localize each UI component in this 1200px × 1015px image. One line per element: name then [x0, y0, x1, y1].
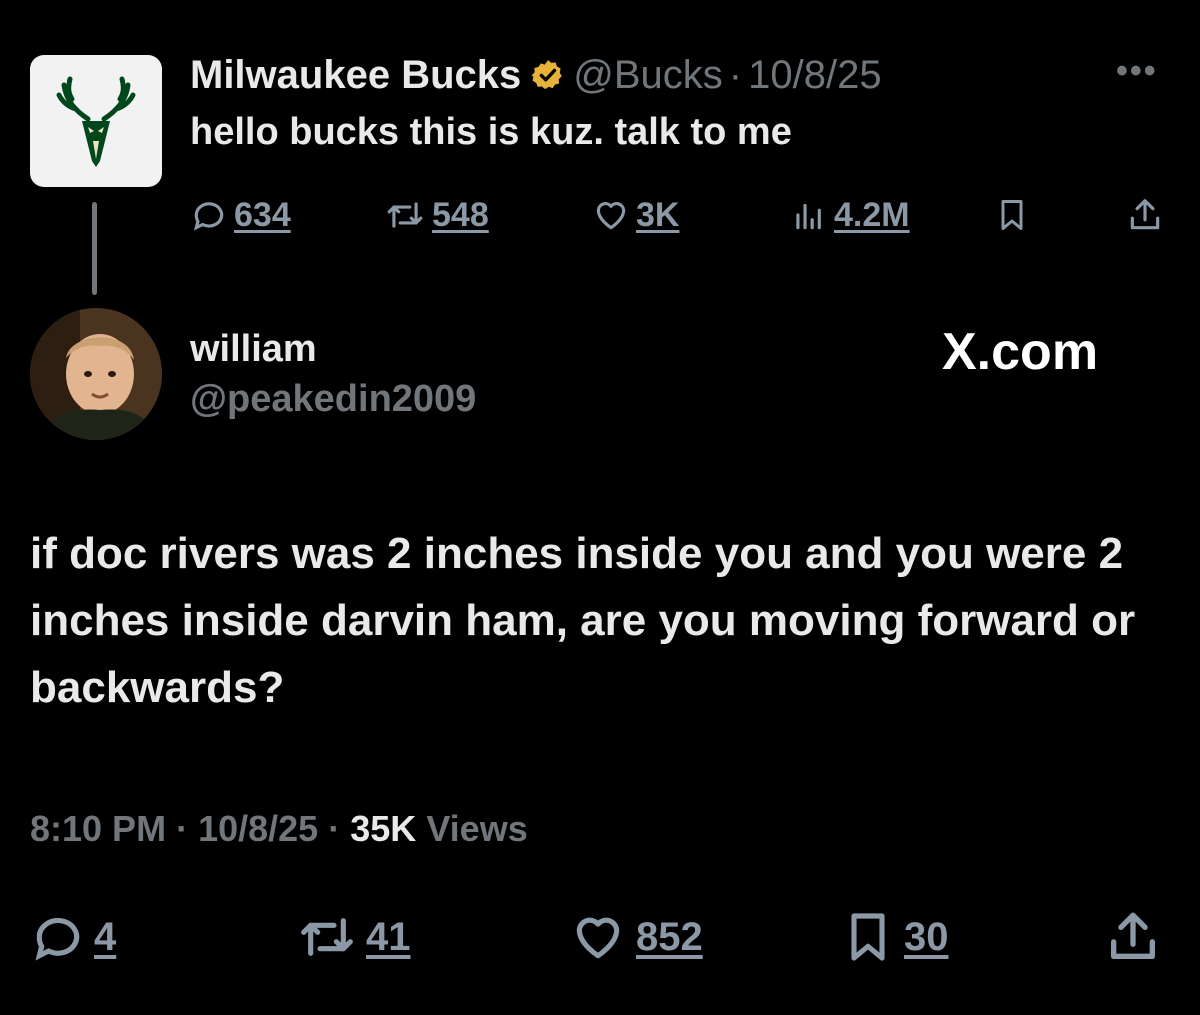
like-button[interactable]: 3K [592, 192, 679, 238]
share-icon [1104, 908, 1162, 966]
reply-icon [30, 909, 86, 965]
share-icon [1126, 196, 1164, 234]
bucks-logo [56, 76, 136, 167]
parent-tweet-text: hello bucks this is kuz. talk to me [190, 111, 792, 153]
reply-count: 634 [234, 195, 291, 234]
reply-icon [190, 196, 228, 234]
reply-like-button[interactable]: 852 [568, 905, 703, 969]
william-avatar[interactable] [30, 308, 162, 440]
views-count: 4.2M [834, 195, 910, 234]
views-button[interactable]: 4.2M [790, 192, 910, 238]
avatar-photo [30, 308, 162, 440]
parent-tweet-header: Milwaukee Bucks @Bucks · 10/8/25 [190, 52, 882, 98]
reply-author-handle[interactable]: @peakedin2009 [190, 378, 476, 421]
reply-views-count: 35K [350, 808, 417, 849]
author-name[interactable]: Milwaukee Bucks [190, 53, 521, 98]
bookmark-button[interactable] [994, 192, 1036, 238]
reply-text: if doc rivers was 2 inches inside you an… [30, 529, 1136, 712]
bookmark-icon [994, 196, 1030, 234]
verified-badge-icon [531, 58, 565, 92]
reply-repost-button[interactable]: 41 [296, 905, 411, 969]
reply-like-count: 852 [636, 914, 703, 959]
reply-author-name[interactable]: william [190, 328, 317, 371]
repost-icon [384, 196, 426, 234]
reply-date[interactable]: 10/8/25 [198, 808, 318, 849]
reply-reply-button[interactable]: 4 [30, 905, 116, 969]
reply-button[interactable]: 634 [190, 192, 291, 238]
tweet-date[interactable]: 10/8/25 [748, 53, 881, 98]
reply-metadata: 8:10 PM · 10/8/25 · 35K Views [30, 808, 528, 850]
reply-share-button[interactable] [1104, 905, 1170, 969]
repost-count: 548 [432, 195, 489, 234]
reply-views-label: Views [426, 808, 528, 849]
views-icon [790, 196, 828, 234]
repost-icon [296, 909, 358, 965]
bookmark-icon [840, 907, 896, 967]
thread-connector-line [92, 202, 97, 295]
like-icon [592, 196, 630, 234]
separator-dot: · [176, 808, 189, 849]
reply-reply-count: 4 [94, 914, 117, 959]
reply-bookmark-count: 30 [904, 914, 949, 959]
x-com-watermark: X.com [942, 323, 1099, 381]
like-icon [568, 909, 628, 965]
repost-button[interactable]: 548 [384, 192, 489, 238]
bucks-avatar[interactable] [30, 55, 162, 187]
reply-time[interactable]: 8:10 PM [30, 808, 166, 849]
separator-dot: · [328, 808, 341, 849]
separator-dot: · [728, 52, 743, 97]
author-handle[interactable]: @Bucks [573, 53, 723, 98]
reply-repost-count: 41 [366, 914, 411, 959]
like-count: 3K [636, 195, 680, 234]
reply-bookmark-button[interactable]: 30 [840, 905, 949, 969]
share-button[interactable] [1126, 192, 1170, 238]
more-options-button[interactable]: ••• [1116, 52, 1158, 91]
